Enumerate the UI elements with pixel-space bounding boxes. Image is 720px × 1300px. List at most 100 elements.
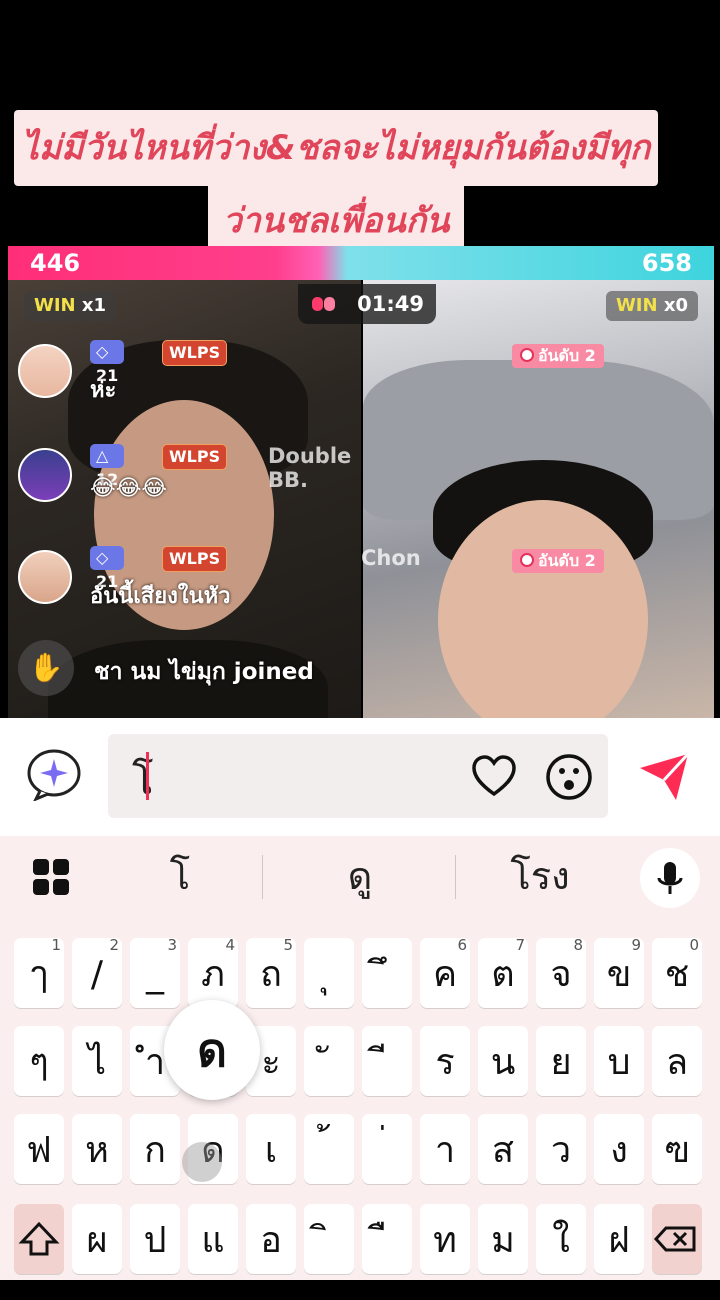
key[interactable]: _ 3 xyxy=(130,936,180,1008)
score-left: 446 xyxy=(30,249,81,277)
heart-icon[interactable] xyxy=(470,752,518,800)
key-label: ข xyxy=(606,954,632,995)
apps-grid-icon[interactable] xyxy=(32,858,70,896)
key-label: แ xyxy=(201,1220,225,1261)
battle-score-bar: 446 658 xyxy=(8,246,714,280)
key[interactable]: จ8 xyxy=(536,936,586,1008)
key[interactable]: ไ xyxy=(72,1026,122,1096)
key[interactable]: า xyxy=(420,1114,470,1184)
touch-indicator xyxy=(182,1142,222,1182)
rank-icon xyxy=(520,348,534,362)
key[interactable]: ภ4 xyxy=(188,936,238,1008)
key[interactable]: น xyxy=(478,1026,528,1096)
suggestion-3[interactable]: โรง xyxy=(450,846,630,906)
key[interactable]: ต7 xyxy=(478,936,528,1008)
key[interactable]: ร xyxy=(420,1026,470,1096)
key[interactable]: ใ xyxy=(536,1204,586,1274)
key-label: เ xyxy=(264,1130,278,1171)
key-label: ผ xyxy=(86,1220,108,1261)
key[interactable]: ้ xyxy=(304,1114,354,1184)
key[interactable]: บ xyxy=(594,1026,644,1096)
key[interactable]: ว xyxy=(536,1114,586,1184)
level-badge: ◇ 21 xyxy=(90,340,125,385)
sparkle-icon[interactable] xyxy=(26,749,82,801)
key-label: ฟ xyxy=(26,1130,52,1171)
avatar[interactable] xyxy=(18,550,72,604)
shift-key[interactable] xyxy=(14,1204,64,1274)
avatar[interactable] xyxy=(18,448,72,502)
key-label: ก xyxy=(144,1130,166,1171)
key[interactable]: ฟ xyxy=(14,1114,64,1184)
timer-text: 01:49 xyxy=(357,292,424,316)
key[interactable]: ท xyxy=(420,1204,470,1274)
rank-icon xyxy=(520,553,534,567)
key[interactable]: แ xyxy=(188,1204,238,1274)
boxing-glove-icon xyxy=(312,297,335,311)
key[interactable]: ง xyxy=(594,1114,644,1184)
key-label: ร xyxy=(435,1042,455,1083)
microphone-button[interactable] xyxy=(640,848,700,908)
key-number-hint: 0 xyxy=(689,936,699,954)
key[interactable]: ห xyxy=(72,1114,122,1184)
key[interactable]: ื xyxy=(362,1204,412,1274)
key-label: ฃ xyxy=(664,1130,690,1171)
key[interactable]: /2 xyxy=(72,936,122,1008)
suggestion-divider xyxy=(262,855,263,899)
emoji-icon[interactable] xyxy=(544,752,594,802)
avatar[interactable] xyxy=(18,344,72,398)
key-label: ฝ xyxy=(608,1220,630,1261)
fan-badge: WLPS xyxy=(162,340,228,366)
key[interactable]: ่ xyxy=(362,1114,412,1184)
key[interactable]: ั xyxy=(304,1026,354,1096)
key-label: / xyxy=(90,954,104,995)
rank-text: อันดับ 2 xyxy=(538,346,596,365)
comment-input[interactable]: โ xyxy=(108,734,608,818)
comment-text: ห่ะ xyxy=(90,378,117,403)
win-label: WIN xyxy=(34,295,76,316)
key[interactable]: ม xyxy=(478,1204,528,1274)
key[interactable]: ี xyxy=(362,1026,412,1096)
key[interactable]: ล xyxy=(652,1026,702,1096)
rank-badge[interactable]: อันดับ 2 xyxy=(512,344,604,368)
key-label: ส xyxy=(492,1130,514,1171)
suggestion-2[interactable]: ดู xyxy=(270,846,450,906)
key[interactable]: ข9 xyxy=(594,936,644,1008)
key[interactable]: ิ xyxy=(304,1204,354,1274)
send-icon[interactable] xyxy=(636,750,692,804)
text-caret xyxy=(146,752,149,800)
rank-badge[interactable]: อันดับ 2 xyxy=(512,549,604,573)
wave-hand-icon: ✋ xyxy=(18,640,74,696)
key-number-hint: 6 xyxy=(457,936,467,954)
backspace-key[interactable] xyxy=(652,1204,702,1274)
win-badge-right: WIN x0 xyxy=(605,291,698,321)
key-label: ห xyxy=(85,1130,109,1171)
key-number-hint: 5 xyxy=(283,936,293,954)
joined-text: ชา นม ไข่มุก joined xyxy=(94,659,314,685)
key-label: จ xyxy=(550,954,572,995)
key-number-hint: 8 xyxy=(573,936,583,954)
key[interactable]: ป xyxy=(130,1204,180,1274)
key[interactable]: ฝ xyxy=(594,1204,644,1274)
key[interactable]: ๆ xyxy=(14,1026,64,1096)
key[interactable]: ฃ xyxy=(652,1114,702,1184)
key[interactable]: ก xyxy=(130,1114,180,1184)
key[interactable]: ค6 xyxy=(420,936,470,1008)
key-label: ะ xyxy=(261,1042,281,1083)
key[interactable]: ึ xyxy=(362,938,412,1008)
key-label: ง xyxy=(610,1130,628,1171)
key[interactable]: ๅ1 xyxy=(14,936,64,1008)
key[interactable]: ผ xyxy=(72,1204,122,1274)
key-label: ๆ xyxy=(29,1042,49,1083)
win-count: x1 xyxy=(81,295,107,316)
key-label: น xyxy=(490,1042,516,1083)
key[interactable]: ถ5 xyxy=(246,936,296,1008)
key[interactable]: อ xyxy=(246,1204,296,1274)
key[interactable]: ุ xyxy=(304,938,354,1008)
key[interactable]: ส xyxy=(478,1114,528,1184)
key[interactable]: เ xyxy=(246,1114,296,1184)
key[interactable]: ย xyxy=(536,1026,586,1096)
suggestion-1[interactable]: โ xyxy=(90,846,270,906)
fan-badge: WLPS xyxy=(162,444,228,470)
key[interactable]: ช0 xyxy=(652,936,702,1008)
key-number-hint: 2 xyxy=(109,936,119,954)
